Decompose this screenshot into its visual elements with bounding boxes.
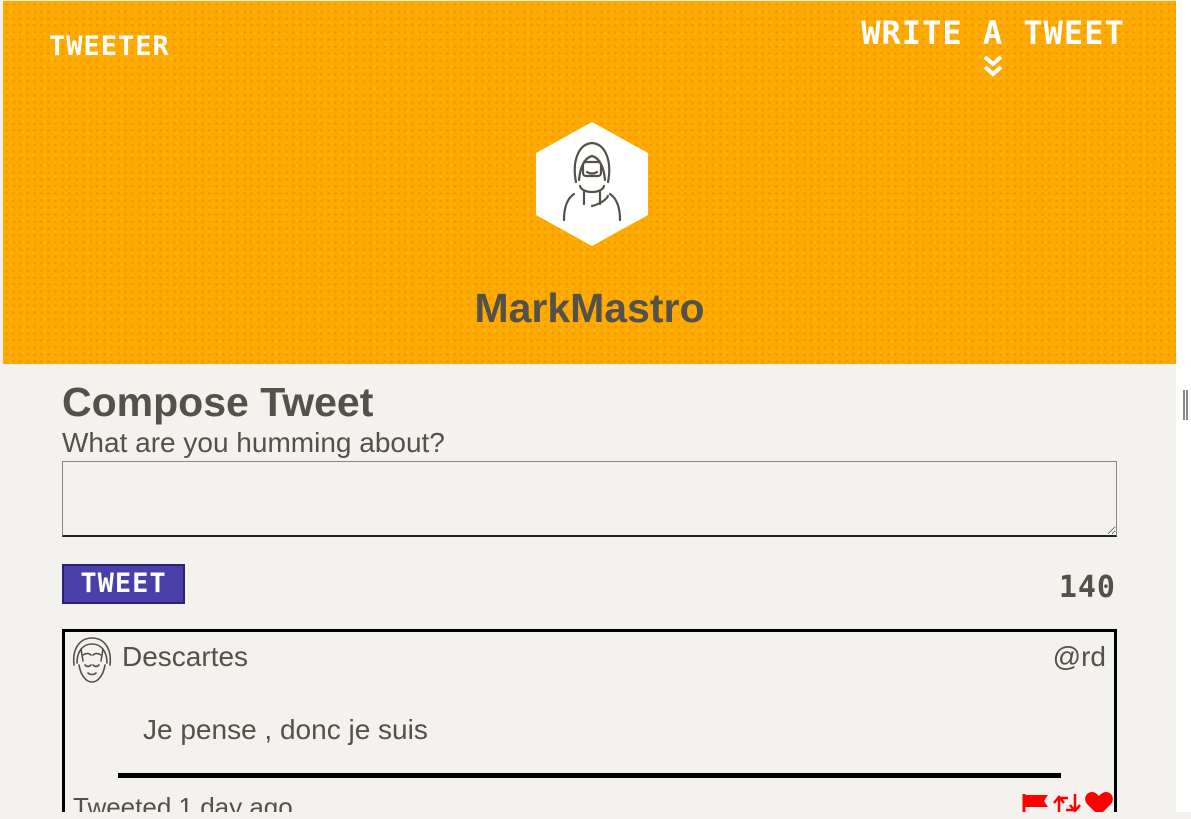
viewport-bottom — [0, 812, 1191, 819]
write-tweet-label[interactable]: Write a Tweet — [848, 14, 1138, 52]
tweet-body: Je pense , donc je suis — [143, 714, 428, 745]
tweet-textarea[interactable] — [62, 461, 1117, 537]
scrollbar-grip-icon[interactable] — [1183, 390, 1188, 420]
compose-label: What are you humming about? — [62, 427, 445, 458]
character-counter: 140 — [1058, 570, 1116, 605]
double-chevron-down-icon[interactable] — [982, 54, 1004, 78]
tweet-author-name: Descartes — [122, 641, 249, 672]
tweet-avatar-icon — [72, 637, 112, 683]
tweet-button[interactable]: Tweet — [62, 564, 185, 604]
profile-header: Tweeter Write a Tweet MarkMastro — [3, 1, 1176, 364]
tweet-card: Descartes @rd Je pense , donc je suis Tw… — [62, 629, 1117, 819]
tweet-divider — [118, 773, 1061, 778]
write-tweet-link[interactable]: Write a Tweet — [848, 14, 1138, 78]
profile-avatar — [536, 122, 648, 246]
compose-title: Compose Tweet — [62, 379, 374, 425]
app-logo[interactable]: Tweeter — [49, 31, 170, 62]
profile-username: MarkMastro — [474, 285, 705, 331]
tweet-author-handle: @rd — [1052, 641, 1106, 672]
